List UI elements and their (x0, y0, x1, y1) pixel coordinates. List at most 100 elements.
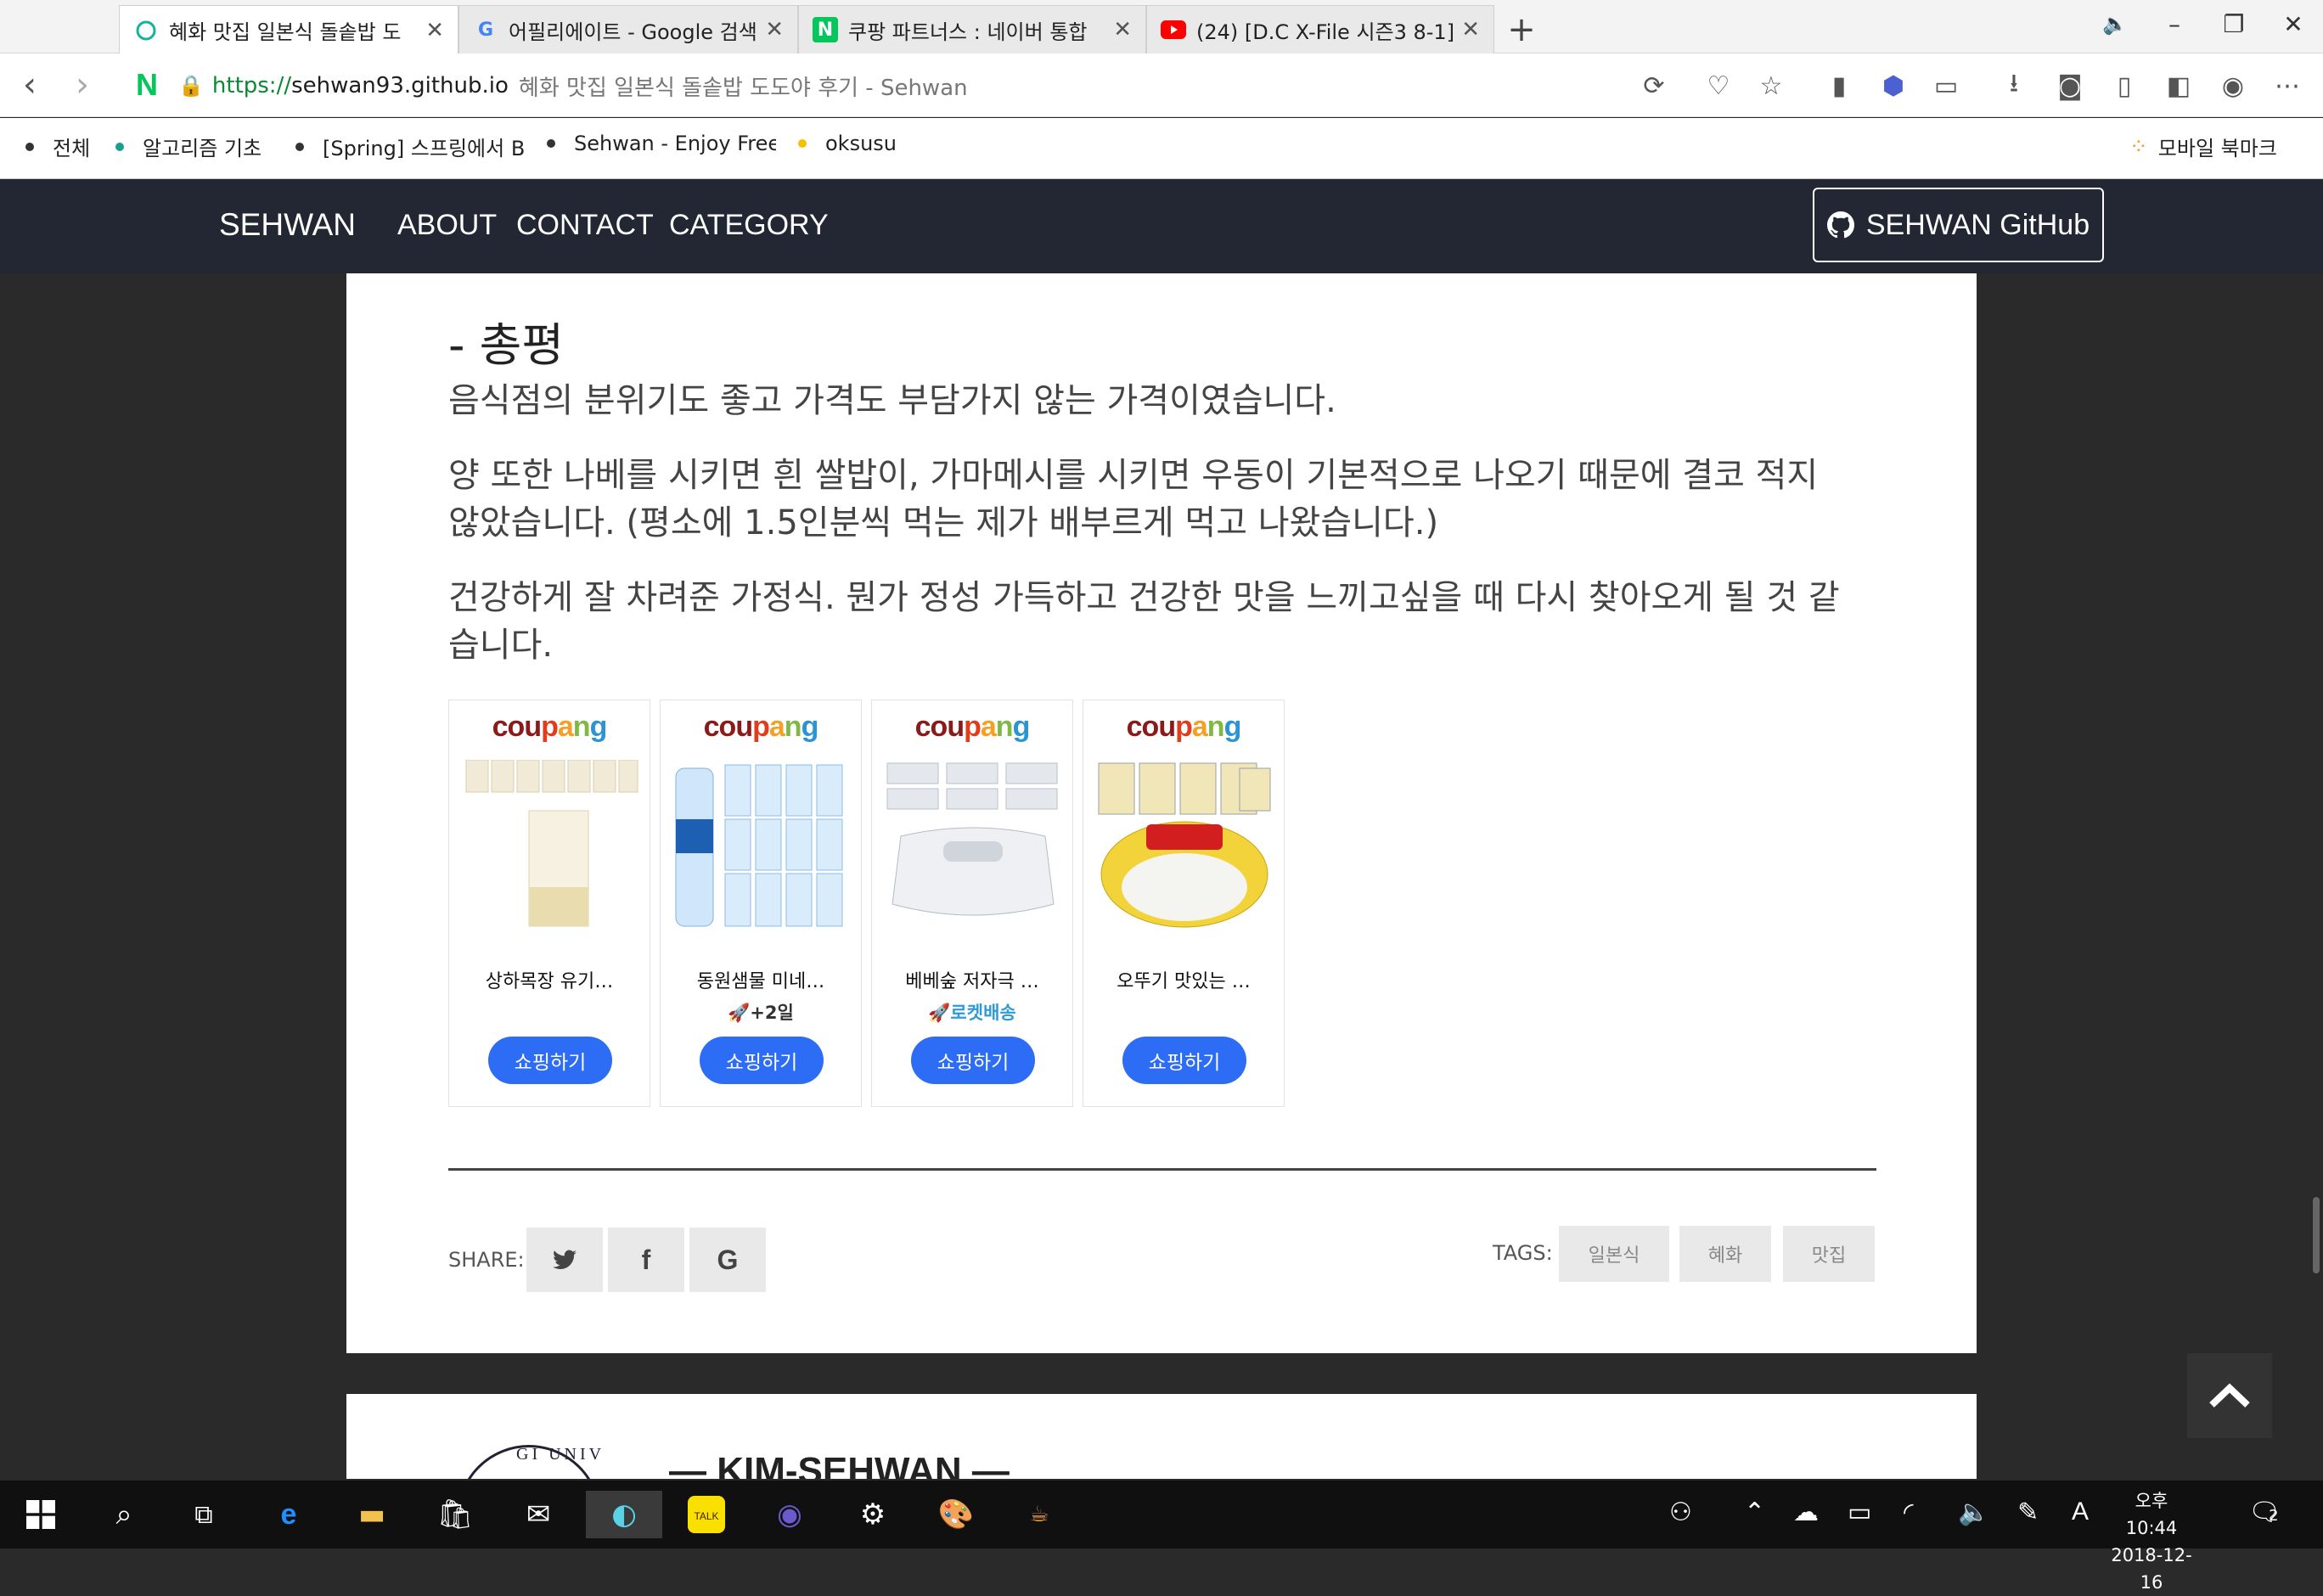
tab-title: 혜화 맛집 일본식 돌솥밥 도 (169, 20, 402, 44)
delivery-badge: 🚀+2일 (728, 1003, 794, 1023)
url-field[interactable]: 🔒 https:// sehwan93.github.io 혜화 맛집 일본식 … (178, 60, 1724, 111)
twitter-share-button[interactable] (526, 1228, 603, 1292)
pen-icon[interactable]: ✎ (2017, 1498, 2039, 1527)
people-icon[interactable]: ⚇ (1669, 1498, 1692, 1527)
tag-chip[interactable]: 혜화 (1679, 1226, 1771, 1282)
minimize-icon[interactable]: – (2153, 7, 2196, 41)
tag-chip[interactable]: 일본식 (1559, 1226, 1669, 1282)
google-share-button[interactable]: G (689, 1228, 766, 1292)
whale-browser-icon[interactable]: ◐ (586, 1491, 662, 1538)
post-paragraph: 음식점의 분위기도 좋고 가격도 부담가지 않는 가격이였습니다. (448, 381, 1336, 420)
coupang-logo: coupang (1126, 711, 1242, 743)
bookmark-item[interactable]: 알고리즘 기초 (115, 132, 294, 161)
tab-3[interactable]: N 쿠팡 파트너스 : 네이버 통합 ✕ (798, 5, 1146, 53)
bookmark-item[interactable]: Sehwan - Enjoy Freed (547, 132, 776, 155)
restore-icon[interactable]: ❐ (2213, 7, 2255, 41)
forward-icon[interactable]: › (63, 65, 102, 104)
close-tab-icon[interactable]: ✕ (425, 18, 444, 43)
product-card[interactable]: coupang 오뚜기 맛있는 … 쇼핑하기 (1083, 700, 1285, 1107)
profile-avatar-icon[interactable]: ◉ (2216, 69, 2250, 103)
bookmark-item[interactable]: [Spring] 스프링에서 B (295, 132, 525, 161)
reload-icon[interactable]: ⟳ (1637, 69, 1671, 103)
mobile-bookmark-icon: ⁘ (2129, 133, 2148, 160)
notifications-count: 2 (2269, 1507, 2279, 1525)
url-page-title: 혜화 맛집 일본식 돌솥밥 도도야 후기 - Sehwan (518, 75, 968, 101)
close-tab-icon[interactable]: ✕ (765, 17, 784, 42)
tab-2[interactable]: G 어필리에이트 - Google 검색 ✕ (458, 5, 798, 53)
extension-card-icon[interactable]: ▭ (1929, 69, 1963, 103)
task-view-icon[interactable]: ⧉ (180, 1491, 228, 1538)
product-image (886, 762, 1058, 916)
tab-title: 어필리에이트 - Google 검색 (509, 20, 757, 44)
bookmark-item[interactable]: 전체 (25, 132, 110, 161)
menu-more-icon[interactable]: ⋯ (2270, 69, 2304, 103)
scrollbar-thumb[interactable] (2313, 1197, 2320, 1273)
close-tab-icon[interactable]: ✕ (1461, 17, 1480, 42)
search-icon[interactable]: ⌕ (100, 1491, 148, 1538)
svg-text:TALK: TALK (694, 1510, 718, 1522)
paint-icon[interactable]: 🎨 (932, 1491, 980, 1538)
file-explorer-icon[interactable]: ▬ (348, 1491, 396, 1538)
close-window-icon[interactable]: ✕ (2272, 7, 2315, 41)
mobile-bookmarks[interactable]: ⁘ 모바일 북마크 (2129, 132, 2308, 161)
product-card[interactable]: coupang 상하목장 유기… 쇼핑하기 (448, 700, 650, 1107)
bookmark-dot-icon (798, 139, 807, 148)
kakaotalk-icon[interactable]: TALK (683, 1491, 730, 1538)
nav-category[interactable]: CATEGORY (669, 209, 829, 242)
site-brand[interactable]: SEHWAN (219, 207, 356, 243)
back-icon[interactable]: ‹ (10, 65, 49, 104)
store-icon[interactable]: 🛍 (431, 1491, 479, 1538)
rocket-delivery-badge: 🚀로켓배송 (928, 1003, 1016, 1023)
edge-icon[interactable]: e (265, 1491, 312, 1538)
bookmark-star-icon[interactable]: ☆ (1754, 69, 1788, 103)
windows-start-icon[interactable] (17, 1491, 65, 1538)
google-plus-icon: G (717, 1244, 739, 1275)
screenshot-icon[interactable]: ◙ (2053, 69, 2087, 103)
clock-time: 오후 10:44 (2125, 1491, 2178, 1538)
tab-1[interactable]: 혜화 맛집 일본식 돌솥밥 도 ✕ (119, 5, 458, 54)
facebook-share-button[interactable]: f (608, 1228, 684, 1292)
mail-icon[interactable]: ✉ (515, 1491, 562, 1538)
extension-icon[interactable]: ▮ (1822, 69, 1856, 103)
settings-gear-icon[interactable]: ⚙ (849, 1491, 897, 1538)
author-card: GI UNIV — KIM-SEHWAN — (346, 1394, 1977, 1479)
product-image (1098, 762, 1271, 928)
product-image (675, 764, 843, 927)
onedrive-cloud-icon[interactable]: ☁ (1793, 1498, 1819, 1527)
shop-button[interactable]: 쇼핑하기 (1122, 1037, 1246, 1084)
battery-icon[interactable]: ▭ (1848, 1498, 1871, 1527)
volume-icon[interactable]: 🔈 (1958, 1498, 1989, 1527)
naver-home-icon[interactable]: N (127, 65, 166, 104)
post-heading: - 총평 (448, 318, 565, 372)
ime-indicator[interactable]: A (2072, 1498, 2089, 1526)
wifi-icon[interactable]: ◜ (1904, 1498, 1914, 1527)
eclipse-icon[interactable]: ◉ (766, 1491, 813, 1538)
bookmark-item[interactable]: oksusu (798, 132, 917, 155)
sidebar-icon[interactable]: ◧ (2162, 69, 2196, 103)
pocket-icon[interactable]: ♡ (1701, 69, 1735, 103)
new-tab-button[interactable]: + (1496, 8, 1547, 51)
tab-4[interactable]: (24) [D.C X-File 시즌3 8-1] ✕ (1146, 5, 1494, 53)
address-bar: ‹ › N 🔒 https:// sehwan93.github.io 혜화 맛… (0, 53, 2323, 117)
product-card[interactable]: coupang 베베숲 저자극 … 🚀로켓배송 쇼핑하기 (871, 700, 1073, 1107)
notifications-icon[interactable]: 🗨2 (2248, 1498, 2281, 1527)
nav-contact[interactable]: CONTACT (516, 209, 654, 242)
shop-button[interactable]: 쇼핑하기 (911, 1037, 1035, 1084)
reader-icon[interactable]: ▯ (2107, 69, 2141, 103)
github-button[interactable]: SEHWAN GitHub (1813, 188, 2104, 262)
nav-about[interactable]: ABOUT (397, 209, 497, 242)
product-card[interactable]: coupang 동원샘물 미네… 🚀+2일 쇼핑하기 (660, 700, 862, 1107)
download-icon[interactable]: ⭳ (1997, 69, 2031, 103)
system-clock[interactable]: 오후 10:44 2018-12-16 (2111, 1487, 2192, 1596)
youtube-icon (1161, 17, 1186, 42)
shop-button[interactable]: 쇼핑하기 (700, 1037, 824, 1084)
mute-icon[interactable]: 🔈 (2094, 7, 2136, 41)
shop-button[interactable]: 쇼핑하기 (488, 1037, 612, 1084)
facebook-icon: f (641, 1244, 651, 1275)
close-tab-icon[interactable]: ✕ (1113, 17, 1132, 42)
chevron-up-tray-icon[interactable]: ⌃ (1744, 1498, 1765, 1527)
extension-r-icon[interactable]: ⬢ (1876, 69, 1910, 103)
scroll-to-top-button[interactable] (2187, 1353, 2272, 1438)
javaee-ide-icon[interactable]: ☕ (1015, 1491, 1063, 1538)
tag-chip[interactable]: 맛집 (1783, 1226, 1875, 1282)
